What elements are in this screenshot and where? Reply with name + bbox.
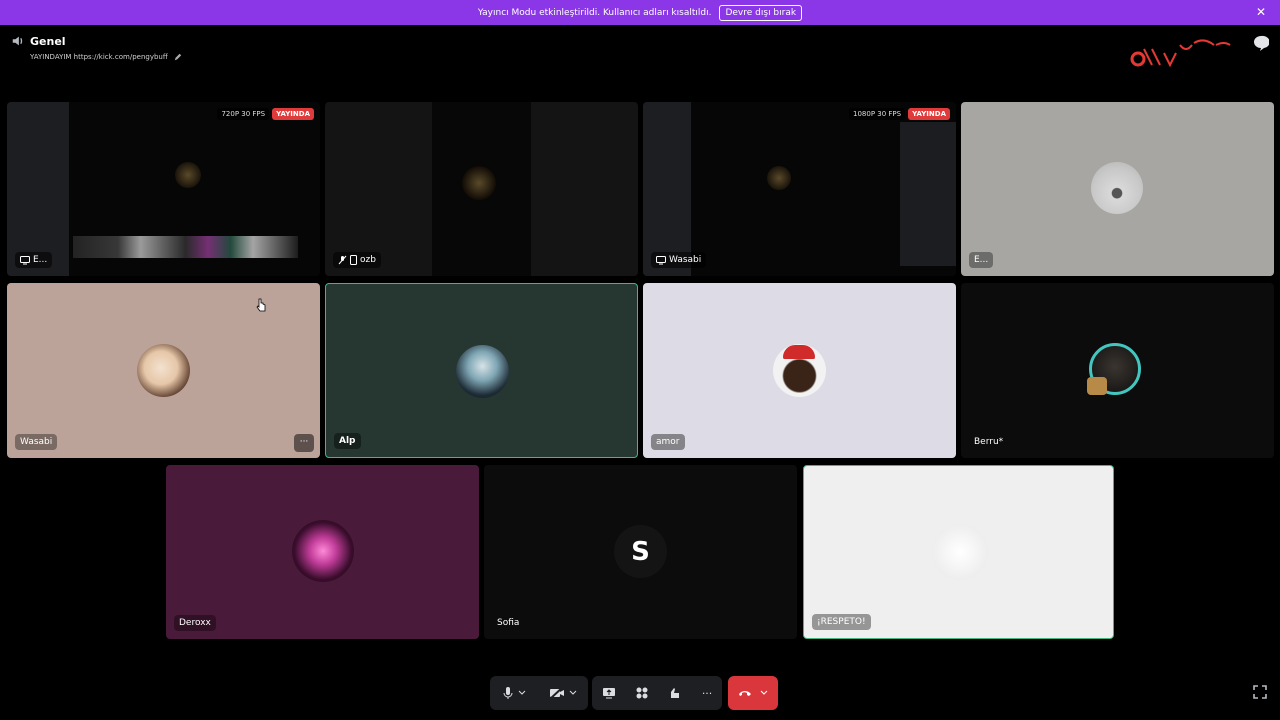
share-screen-icon[interactable] xyxy=(602,686,616,700)
channel-status: YAYINDAYIM https://kick.com/pengybuff xyxy=(30,53,182,61)
avatar xyxy=(456,345,509,398)
participant-tile-6[interactable]: Alp xyxy=(325,283,638,458)
participant-badge: ¡RESPETO! xyxy=(812,614,871,630)
stream-preview xyxy=(643,102,956,276)
participant-badge: Alp xyxy=(334,433,361,449)
mouse-cursor-icon xyxy=(256,298,266,312)
fit-screen-icon[interactable] xyxy=(1252,684,1268,700)
participant-badge: Wasabi xyxy=(15,434,58,450)
streamer-mode-banner: Yayıncı Modu etkinleştirildi. Kullanıcı … xyxy=(0,0,1280,25)
participant-badge: ozb xyxy=(333,252,381,268)
mobile-icon xyxy=(350,255,357,265)
participant-badge: amor xyxy=(651,434,685,450)
participant-badge: E... xyxy=(969,252,994,268)
stream-tile-3[interactable]: 1080P 30 FPS YAYINDA Wasabi xyxy=(643,102,956,276)
stream-sidebar xyxy=(7,102,69,276)
disable-streamer-mode-button[interactable]: Devre dışı bırak xyxy=(719,4,803,21)
participant-tile-11[interactable]: ¡RESPETO! xyxy=(803,465,1114,639)
avatar-initial: S xyxy=(631,536,650,567)
participant-name: Berru* xyxy=(974,437,1004,447)
participant-name: Wasabi xyxy=(20,437,53,447)
participant-badge: E... xyxy=(15,252,53,268)
stream-moon xyxy=(462,166,496,200)
participant-name: Deroxx xyxy=(179,618,211,628)
avatar xyxy=(292,520,354,582)
chevron-down-icon[interactable] xyxy=(760,690,768,696)
participant-tile-7[interactable]: amor xyxy=(643,283,956,458)
stream-thumb-row xyxy=(73,236,298,258)
quality-tag: 1080P 30 FPS xyxy=(849,108,906,120)
avatar xyxy=(137,344,190,397)
soundboard-icon[interactable] xyxy=(668,686,682,700)
avatar-decoration xyxy=(1087,377,1107,395)
channel-status-text: YAYINDAYIM https://kick.com/pengybuff xyxy=(30,53,168,61)
participant-name: Sofia xyxy=(497,618,520,628)
screen-share-badge-icon xyxy=(20,255,30,264)
more-options-button[interactable]: ··· xyxy=(294,434,314,452)
participant-tile-8[interactable]: Berru* xyxy=(961,283,1274,458)
avatar: S xyxy=(614,525,667,578)
camera-off-icon[interactable] xyxy=(548,686,565,700)
activity-controls: ··· xyxy=(592,676,722,710)
microphone-control[interactable] xyxy=(502,686,526,700)
disconnect-button[interactable] xyxy=(728,676,778,710)
speaker-icon xyxy=(12,36,23,46)
banner-message: Yayıncı Modu etkinleştirildi. Kullanıcı … xyxy=(477,7,712,18)
chevron-down-icon[interactable] xyxy=(518,690,526,696)
microphone-icon[interactable] xyxy=(502,686,514,700)
watermark-logo xyxy=(1130,39,1231,68)
participant-tile-4[interactable]: E... xyxy=(961,102,1274,276)
live-tags: 1080P 30 FPS YAYINDA xyxy=(849,108,950,120)
santa-hat xyxy=(783,345,815,359)
participant-name: E... xyxy=(33,255,48,265)
av-controls xyxy=(490,676,588,710)
participant-name: ¡RESPETO! xyxy=(817,617,866,627)
quality-tag: 720P 30 FPS xyxy=(217,108,270,120)
camera-control[interactable] xyxy=(548,686,577,700)
screen-share-badge-icon xyxy=(656,255,666,264)
chevron-down-icon[interactable] xyxy=(569,690,577,696)
stream-moon xyxy=(175,162,201,188)
participant-badge: Sofia xyxy=(492,615,524,631)
channel-header: Genel YAYINDAYIM https://kick.com/pengyb… xyxy=(0,25,1280,85)
participant-badge: Deroxx xyxy=(174,615,216,631)
mic-muted-icon xyxy=(338,255,347,265)
stream-preview xyxy=(432,102,531,276)
live-tag: YAYINDA xyxy=(272,108,314,120)
live-tags: 720P 30 FPS YAYINDA xyxy=(217,108,314,120)
hangup-icon[interactable] xyxy=(738,689,752,697)
participant-badge: Wasabi xyxy=(651,252,707,268)
stream-moon xyxy=(767,166,791,190)
participant-tile-5[interactable]: Wasabi ··· xyxy=(7,283,320,458)
stream-tile-1[interactable]: 720P 30 FPS YAYINDA E... xyxy=(7,102,320,276)
participant-name: E... xyxy=(974,255,989,265)
pencil-icon[interactable] xyxy=(174,53,182,61)
participant-badge: Berru* xyxy=(969,434,1008,450)
more-options-button[interactable]: ··· xyxy=(702,687,713,700)
stream-tile-2[interactable]: ozb xyxy=(325,102,638,276)
avatar xyxy=(1091,162,1143,214)
activities-icon[interactable] xyxy=(635,686,649,700)
chat-icon[interactable] xyxy=(1253,35,1269,51)
participant-tile-9[interactable]: Deroxx xyxy=(166,465,479,639)
stream-sidebar xyxy=(643,102,691,276)
participant-name: Alp xyxy=(339,436,356,446)
participant-name: Wasabi xyxy=(669,255,702,265)
channel-name: Genel xyxy=(30,35,66,48)
stream-chat xyxy=(900,122,956,266)
live-tag: YAYINDA xyxy=(908,108,950,120)
participant-name: amor xyxy=(656,437,680,447)
participant-name: ozb xyxy=(360,255,376,265)
banner-close-icon[interactable]: ✕ xyxy=(1256,5,1266,19)
avatar xyxy=(932,524,988,580)
stream-preview xyxy=(7,102,320,276)
participant-tile-10[interactable]: S Sofia xyxy=(484,465,797,639)
